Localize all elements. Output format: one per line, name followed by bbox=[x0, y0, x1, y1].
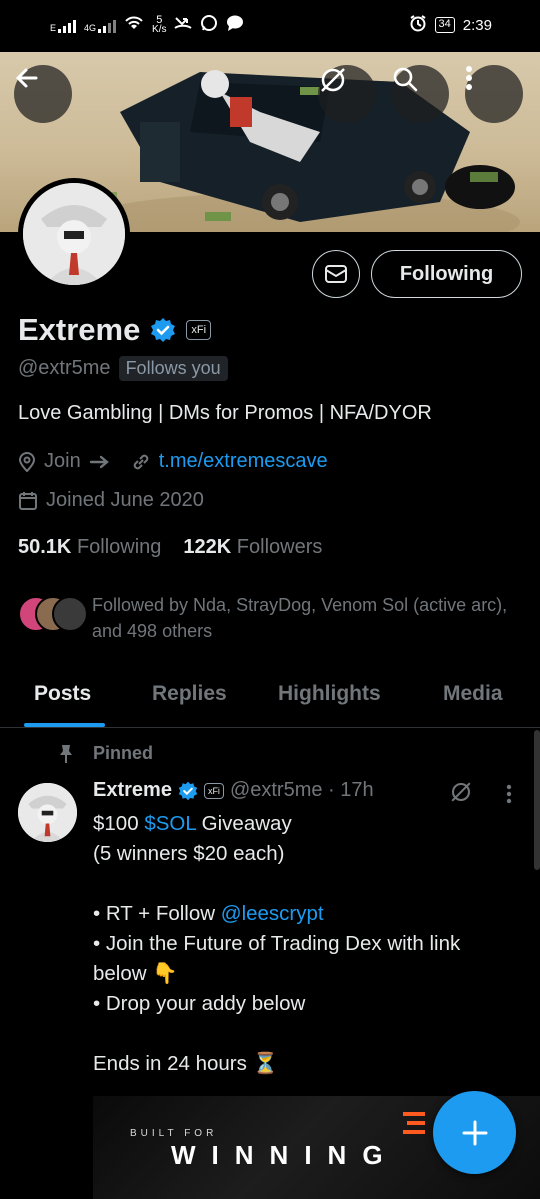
post-line2: (5 winners $20 each) bbox=[93, 842, 285, 865]
joined-date: Joined June 2020 bbox=[46, 489, 204, 511]
signal-icon-2: 4G bbox=[84, 17, 117, 33]
search-button[interactable] bbox=[391, 65, 449, 123]
followed-by-row[interactable]: Followed by Nda, StrayDog, Venom Sol (ac… bbox=[18, 592, 522, 644]
post-mention[interactable]: @leescrypt bbox=[221, 902, 324, 925]
post-header: Extreme xFi @extr5me · 17h bbox=[93, 779, 374, 802]
grok-icon bbox=[321, 68, 345, 92]
signal-icon: E bbox=[50, 17, 77, 33]
post-bullet1: • RT + Follow bbox=[93, 902, 221, 925]
post-line1-prefix: $100 bbox=[93, 812, 145, 835]
media-winning-text: WINNING bbox=[171, 1140, 399, 1170]
whatsapp-icon bbox=[200, 14, 218, 36]
more-options-button[interactable] bbox=[465, 65, 523, 123]
message-icon bbox=[226, 14, 244, 36]
pinned-label: Pinned bbox=[93, 743, 154, 763]
compose-button[interactable] bbox=[433, 1091, 516, 1174]
scrollbar[interactable] bbox=[534, 730, 540, 870]
followed-by-text: Followed by Nda, StrayDog, Venom Sol (ac… bbox=[92, 595, 508, 641]
tab-highlights[interactable]: Highlights bbox=[278, 682, 381, 706]
location-label: Join bbox=[44, 450, 81, 472]
post-bullet2: • Join the Future of Trading Dex with li… bbox=[93, 932, 466, 985]
post-cashtag[interactable]: $SOL bbox=[144, 812, 196, 835]
joined-row: Joined June 2020 bbox=[18, 489, 204, 512]
post-avatar[interactable] bbox=[18, 783, 77, 842]
post-affiliate-badge: xFi bbox=[203, 782, 224, 799]
followers-stat[interactable]: 122K Followers bbox=[183, 536, 322, 559]
arrow-left-icon bbox=[15, 68, 38, 88]
more-vertical-icon bbox=[506, 784, 512, 804]
follow-stats: 50.1K Following 122K Followers bbox=[18, 536, 322, 559]
location-icon bbox=[18, 451, 36, 472]
post-ends: Ends in 24 hours ⏳ bbox=[93, 1052, 279, 1075]
post-text: $100 $SOL Giveaway (5 winners $20 each) … bbox=[93, 809, 513, 1079]
profile-link[interactable]: t.me/extremescave bbox=[159, 450, 328, 473]
post-line1-suffix: Giveaway bbox=[195, 812, 292, 835]
post-author-name[interactable]: Extreme bbox=[93, 779, 172, 802]
arrow-right-icon bbox=[89, 455, 109, 468]
following-stat[interactable]: 50.1K Following bbox=[18, 536, 161, 559]
post-more-button[interactable] bbox=[506, 784, 512, 809]
plus-icon bbox=[462, 1120, 487, 1145]
grok-button[interactable] bbox=[318, 65, 376, 123]
clock: 2:39 bbox=[462, 16, 492, 34]
avatar-image bbox=[23, 183, 125, 285]
profile-name-row: Extreme xFi bbox=[18, 312, 212, 348]
pinned-label-row: Pinned bbox=[57, 743, 153, 764]
handle-row: @extr5me Follows you bbox=[18, 356, 228, 381]
active-tab-indicator bbox=[24, 723, 105, 727]
battery-indicator: 34 bbox=[434, 17, 455, 33]
link-icon bbox=[133, 454, 148, 469]
media-built-text: BUILT FOR bbox=[130, 1128, 218, 1139]
message-button[interactable] bbox=[312, 250, 360, 298]
missed-call-icon bbox=[174, 15, 193, 35]
post-grok-button[interactable] bbox=[449, 780, 473, 809]
status-bar: E 4G 5 K/s 34 2:39 bbox=[0, 0, 540, 52]
pin-icon bbox=[60, 744, 72, 763]
profile-avatar[interactable] bbox=[18, 178, 130, 290]
follows-you-badge: Follows you bbox=[118, 356, 228, 381]
post-bullet3: • Drop your addy below bbox=[93, 992, 306, 1015]
tab-media[interactable]: Media bbox=[443, 682, 503, 706]
calendar-icon bbox=[19, 491, 37, 510]
tab-replies[interactable]: Replies bbox=[152, 682, 227, 706]
back-button[interactable] bbox=[14, 65, 72, 123]
grok-icon bbox=[451, 782, 471, 802]
tab-posts[interactable]: Posts bbox=[34, 682, 91, 706]
mail-icon bbox=[325, 265, 347, 283]
profile-links-row: Join t.me/extremescave bbox=[18, 450, 328, 473]
wifi-icon bbox=[124, 15, 144, 35]
mutual-avatars bbox=[18, 596, 88, 636]
post-handle-time: @extr5me · 17h bbox=[229, 779, 374, 801]
verified-badge-icon bbox=[178, 781, 198, 800]
more-vertical-icon bbox=[466, 66, 472, 90]
profile-handle: @extr5me bbox=[18, 357, 111, 379]
profile-name: Extreme bbox=[18, 312, 141, 347]
mutual-avatar-3 bbox=[52, 596, 88, 632]
profile-tabs: Posts Replies Highlights Media bbox=[0, 660, 540, 728]
following-button[interactable]: Following bbox=[371, 250, 522, 298]
search-icon bbox=[393, 67, 418, 92]
exchange-logo-icon bbox=[403, 1112, 425, 1134]
verified-badge-icon bbox=[151, 318, 176, 342]
affiliate-badge[interactable]: xFi bbox=[186, 320, 212, 340]
alarm-icon bbox=[409, 14, 427, 36]
profile-bio: Love Gambling | DMs for Promos | NFA/DYO… bbox=[18, 402, 432, 424]
network-speed: 5 K/s bbox=[152, 14, 167, 35]
post-avatar-image bbox=[18, 783, 77, 842]
